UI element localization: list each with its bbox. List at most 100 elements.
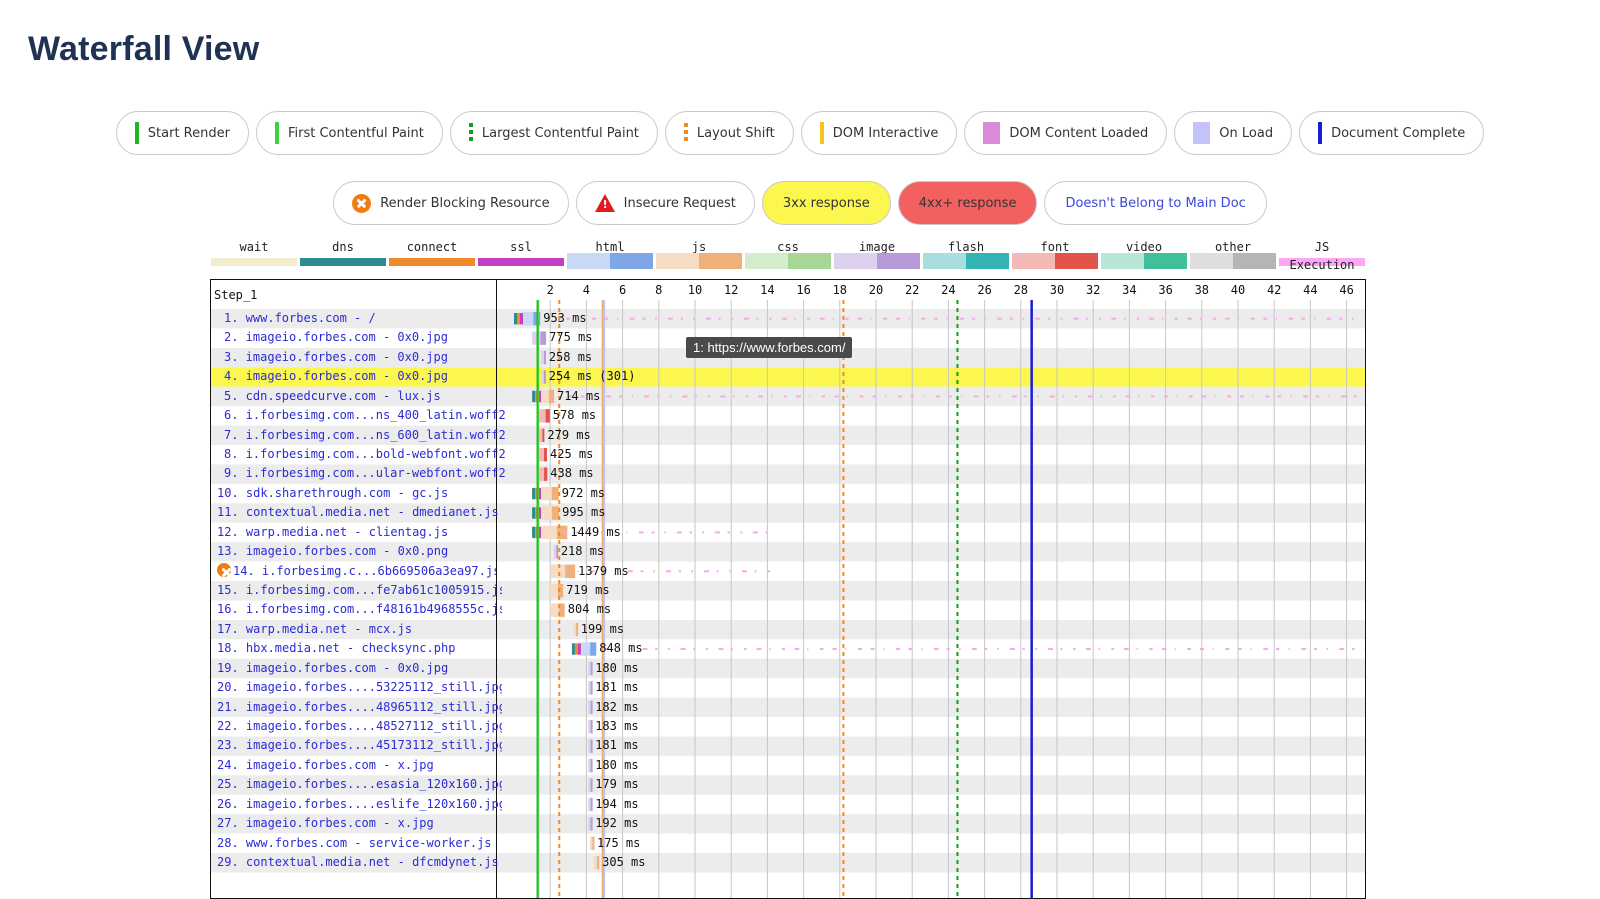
request-label[interactable]: 3. imageio.forbes.com - 0x0.jpg <box>211 348 509 367</box>
request-label[interactable]: 9. i.forbesimg.com...ular-webfont.woff2 <box>211 464 509 483</box>
legend-dom-content-loaded[interactable]: DOM Content Loaded <box>964 111 1168 155</box>
js-execution-tick <box>676 531 682 534</box>
legend-insecure-request[interactable]: Insecure Request <box>575 181 755 225</box>
request-label[interactable]: 2. imageio.forbes.com - 0x0.jpg <box>211 328 509 347</box>
request-bar[interactable] <box>532 486 559 501</box>
js-execution-tick <box>1301 648 1307 651</box>
request-label[interactable]: 12. warp.media.net - clientag.js <box>211 523 502 542</box>
tick-label: 42 <box>1266 283 1282 297</box>
request-bar[interactable] <box>539 409 550 423</box>
request-bar[interactable] <box>541 370 546 384</box>
legend-doesn-t-belong-to-main-doc[interactable]: Doesn't Belong to Main Doc <box>1044 181 1267 225</box>
js-execution-tick <box>1252 395 1254 398</box>
js-execution-tick <box>656 395 660 398</box>
request-label[interactable]: 6. i.forbesimg.com...ns_400_latin.woff2 <box>211 406 509 425</box>
request-bar[interactable] <box>588 817 593 831</box>
js-execution-tick <box>729 570 732 573</box>
request-bar[interactable] <box>588 661 593 676</box>
request-label[interactable]: 11. contextual.media.net - dmedianet.js <box>211 503 502 522</box>
request-bar[interactable] <box>532 506 560 520</box>
request-label[interactable]: 16. i.forbesimg.com...f48161b4968555c.js <box>211 600 502 619</box>
legend-render-blocking-resource[interactable]: Render Blocking Resource <box>333 181 569 225</box>
request-label[interactable]: 8. i.forbesimg.com...bold-webfont.woff2 <box>211 445 509 464</box>
request-bar[interactable] <box>550 584 564 598</box>
request-label[interactable]: 26. imageio.forbes....eslife_120x160.jpg <box>211 795 502 814</box>
request-bar[interactable] <box>514 312 541 326</box>
request-bar[interactable] <box>553 545 559 559</box>
request-duration: 714 ms <box>557 388 601 403</box>
request-label[interactable]: 18. hbx.media.net - checksync.php <box>211 639 502 658</box>
request-label[interactable]: 7. i.forbesimg.com...ns_600_latin.woff2 <box>211 426 509 445</box>
request-label[interactable]: 4. imageio.forbes.com - 0x0.jpg <box>211 367 509 386</box>
request-label[interactable]: 19. imageio.forbes.com - 0x0.jpg <box>211 659 502 678</box>
request-label[interactable]: 14. i.forbesimg.c...6b669506a3ea97.js <box>211 562 496 581</box>
request-bar[interactable] <box>539 448 548 462</box>
request-label[interactable]: 29. contextual.media.net - dfcmdynet.js <box>211 853 502 872</box>
request-bar[interactable] <box>550 564 576 579</box>
legend-4xx-response[interactable]: 4xx+ response <box>897 181 1038 225</box>
legend-layout-shift[interactable]: Layout Shift <box>664 111 794 155</box>
js-execution-tick <box>1263 648 1268 651</box>
request-bar[interactable] <box>588 739 593 753</box>
request-label[interactable]: 22. imageio.forbes....48527112_still.jpg <box>211 717 502 736</box>
request-label[interactable]: 28. www.forbes.com - service-worker.js <box>211 834 502 853</box>
request-bar[interactable] <box>532 389 555 404</box>
request-label[interactable]: 10. sdk.sharethrough.com - gc.js <box>211 484 502 503</box>
legend-dom-interactive[interactable]: DOM Interactive <box>800 111 958 155</box>
js-execution-tick <box>1151 395 1155 398</box>
request-url: 8. i.forbesimg.com...bold-webfont.woff2 <box>224 447 506 461</box>
js-execution-tick <box>781 648 785 651</box>
request-bar[interactable] <box>588 797 593 812</box>
type-swatch <box>1101 253 1187 269</box>
js-execution-tick <box>984 317 986 320</box>
request-label[interactable]: 20. imageio.forbes....53225112_still.jpg <box>211 678 502 697</box>
request-bar[interactable] <box>588 681 593 695</box>
legend-document-complete[interactable]: Document Complete <box>1299 111 1485 155</box>
request-label[interactable]: 23. imageio.forbes....45173112_still.jpg <box>211 736 502 755</box>
js-execution-tick <box>946 317 948 320</box>
js-execution-tick <box>1276 317 1278 320</box>
legend-label: 3xx response <box>782 195 870 211</box>
js-execution-tick <box>733 395 735 398</box>
request-duration: 258 ms <box>548 349 593 364</box>
js-execution-tick <box>1136 317 1140 320</box>
request-label[interactable]: 5. cdn.speedcurve.com - lux.js <box>211 387 509 406</box>
legend-start-render[interactable]: Start Render <box>115 111 249 155</box>
request-label[interactable]: 15. i.forbesimg.com...fe7ab61c1005915.js <box>211 581 502 600</box>
js-execution-tick <box>1328 395 1330 398</box>
render-blocking-icon <box>217 562 231 577</box>
step-label: Step_1 <box>214 288 258 302</box>
request-bar[interactable] <box>593 856 600 870</box>
request-label[interactable]: 21. imageio.forbes....48965112_still.jpg <box>211 698 502 717</box>
request-bar[interactable] <box>590 836 595 851</box>
js-execution-tick <box>870 317 872 320</box>
request-bar[interactable] <box>573 622 579 637</box>
request-label[interactable]: 24. imageio.forbes.com - x.jpg <box>211 756 502 775</box>
request-bar[interactable] <box>539 428 545 443</box>
request-bar[interactable] <box>588 778 593 792</box>
tick-label: 36 <box>1158 283 1173 297</box>
request-bar[interactable] <box>541 350 546 365</box>
legend-first-contentful-paint[interactable]: First Contentful Paint <box>255 111 443 155</box>
legend-on-load[interactable]: On Load <box>1174 111 1293 155</box>
request-bar[interactable] <box>588 700 593 715</box>
request-bar[interactable] <box>571 642 597 656</box>
request-bar[interactable] <box>539 467 548 481</box>
js-execution-tick <box>693 317 695 320</box>
legend-largest-contentful-paint[interactable]: Largest Contentful Paint <box>449 111 658 155</box>
js-execution-tick <box>1111 648 1115 651</box>
request-bar[interactable] <box>588 720 593 734</box>
tick-label: 38 <box>1194 283 1210 297</box>
request-label[interactable]: 25. imageio.forbes....esasia_120x160.jpg <box>211 775 502 794</box>
request-bar[interactable] <box>550 603 565 617</box>
js-execution-tick <box>1339 648 1345 651</box>
request-bar[interactable] <box>588 758 593 773</box>
request-label[interactable]: 17. warp.media.net - mcx.js <box>211 620 502 639</box>
request-label[interactable]: 13. imageio.forbes.com - 0x0.png <box>211 542 502 561</box>
type-swatch <box>1012 253 1098 269</box>
js-execution-tick <box>1060 648 1063 651</box>
legend-3xx-response[interactable]: 3xx response <box>761 181 891 225</box>
request-label[interactable]: 27. imageio.forbes.com - x.jpg <box>211 814 502 833</box>
js-execution-tick <box>872 395 877 398</box>
request-label[interactable]: 1. www.forbes.com - / <box>211 309 509 328</box>
